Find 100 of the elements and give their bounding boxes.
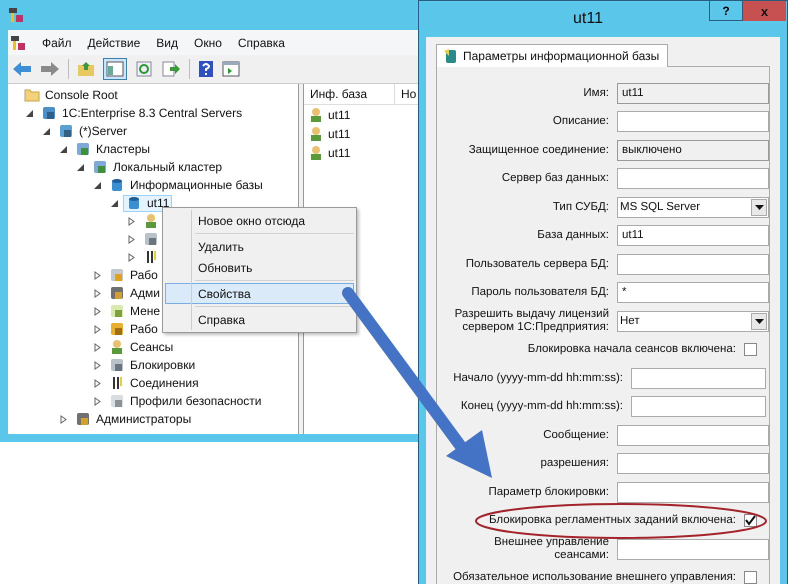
tree-item[interactable]: Кластеры [96,142,150,156]
tree-item[interactable]: Локальный кластер [113,160,222,174]
tree-item[interactable]: Профили безопасности [130,394,262,408]
input-field[interactable] [617,168,769,190]
user-icon [109,339,125,355]
close-button[interactable]: x [743,1,786,21]
back-icon[interactable] [12,61,32,77]
tree-item[interactable]: Рабо [130,322,158,336]
tree-item[interactable]: Сеансы [130,340,174,354]
field-label: Защищенное соединение: [468,144,609,156]
expand-icon[interactable] [59,414,68,424]
menu-item[interactable]: Вид [156,36,178,50]
field-label: Начало (yyyy-mm-dd hh:mm:ss): [453,372,623,384]
collapse-icon[interactable] [25,108,34,118]
input-field[interactable] [617,482,769,503]
app-icon [8,7,24,23]
checkbox[interactable] [744,343,757,356]
app-icon[interactable] [10,34,26,50]
expand-icon[interactable] [93,378,102,388]
expand-icon[interactable] [127,252,136,262]
collapse-icon[interactable] [110,198,119,208]
input-field[interactable] [617,453,769,474]
collapse-icon[interactable] [59,144,68,154]
expand-icon[interactable] [127,216,136,226]
menu-item[interactable]: Обновить [165,257,354,278]
expand-icon[interactable] [93,342,102,352]
input-field[interactable] [631,396,766,418]
menu-item[interactable]: Удалить [165,236,354,257]
tree-item[interactable]: Соединения [130,376,199,390]
tree-item[interactable]: (*)Server [79,124,128,138]
folder-icon [24,87,40,103]
help-button[interactable]: ? [709,1,743,21]
input-field: выключено [617,140,769,161]
refresh-icon[interactable] [135,61,153,77]
tree-item[interactable]: Адми [130,286,160,300]
expand-icon[interactable] [93,306,102,316]
collapse-icon[interactable] [76,162,85,172]
list-item[interactable]: ut11 [328,146,350,160]
checkbox[interactable] [744,571,757,584]
list-item[interactable]: ut11 [328,126,350,140]
user-icon [308,106,324,122]
help-icon[interactable] [198,60,214,78]
checkbox[interactable] [744,514,757,528]
forward-icon[interactable] [40,61,60,77]
input-field[interactable] [617,538,769,560]
input-field[interactable] [617,424,769,446]
input-field[interactable]: ut11 [617,225,769,246]
expand-icon[interactable] [127,234,136,244]
collapse-icon[interactable] [42,126,51,136]
menu-item[interactable]: Справка [238,36,285,50]
input-field[interactable] [617,111,769,132]
tree-item[interactable]: Console Root [45,88,118,102]
folder-up-icon[interactable] [77,61,95,77]
list-item[interactable]: ut11 [328,108,350,122]
caret-icon [754,204,764,210]
dropdown[interactable]: MS SQL Server [617,196,769,218]
tree-item[interactable]: Администраторы [96,412,192,426]
menu-item[interactable]: Свойства [165,283,354,304]
field-label: Сообщение: [543,428,609,441]
expand-icon[interactable] [93,396,102,406]
menu-item[interactable]: Новое окно отсюда [165,210,354,231]
user-icon [143,213,159,229]
caret-icon [754,318,764,324]
menu-item[interactable]: Файл [42,36,72,50]
tree-item[interactable]: 1C:Enterprise 8.3 Central Servers [62,106,242,120]
field-label: Пароль пользователя БД: [471,286,609,298]
field-label: Описание: [552,115,609,128]
field-label: Пользователь сервера БД: [466,258,609,270]
dropdown[interactable]: Нет [617,310,769,332]
export-icon[interactable] [161,61,181,77]
expand-icon[interactable] [93,270,102,280]
tree-item[interactable]: Рабо [130,268,158,282]
input-field[interactable]: * [617,282,769,304]
input-field[interactable] [617,254,769,275]
field-label: Параметр блокировки: [488,486,609,498]
field-label: Конец (yyyy-mm-dd hh:mm:ss): [460,400,623,412]
collapse-icon[interactable] [93,180,102,190]
user-icon [308,144,324,160]
field-label: Тип СУБД: [552,200,609,213]
menu-item[interactable]: Справка [165,309,354,330]
expand-icon[interactable] [93,360,102,370]
tree-item[interactable]: Информационные базы [130,178,263,192]
menu-item[interactable]: Действие [88,36,140,50]
column-header[interactable]: Инф. база [304,84,395,104]
input-field: ut11 [617,82,769,104]
tree-item[interactable]: Блокировки [130,358,196,372]
action-pane-icon[interactable] [222,61,240,77]
tab[interactable]: Параметры информационной базы [436,44,668,67]
menu-item[interactable]: Окно [194,36,222,50]
field-label: Обязательное использование внешнего управления: [453,571,736,584]
user-icon [308,126,324,142]
tree-toggle-icon[interactable] [103,58,127,80]
window-title: ut11 [573,10,603,28]
field-label: Блокировка начала сеансов включена: [528,343,736,356]
input-field[interactable] [631,368,766,389]
field-label: Внешнее управление сеансами: [494,536,609,562]
expand-icon[interactable] [93,288,102,298]
tree-item[interactable]: Мене [130,304,160,318]
expand-icon[interactable] [93,324,102,334]
field-label: разрешения: [540,457,609,470]
